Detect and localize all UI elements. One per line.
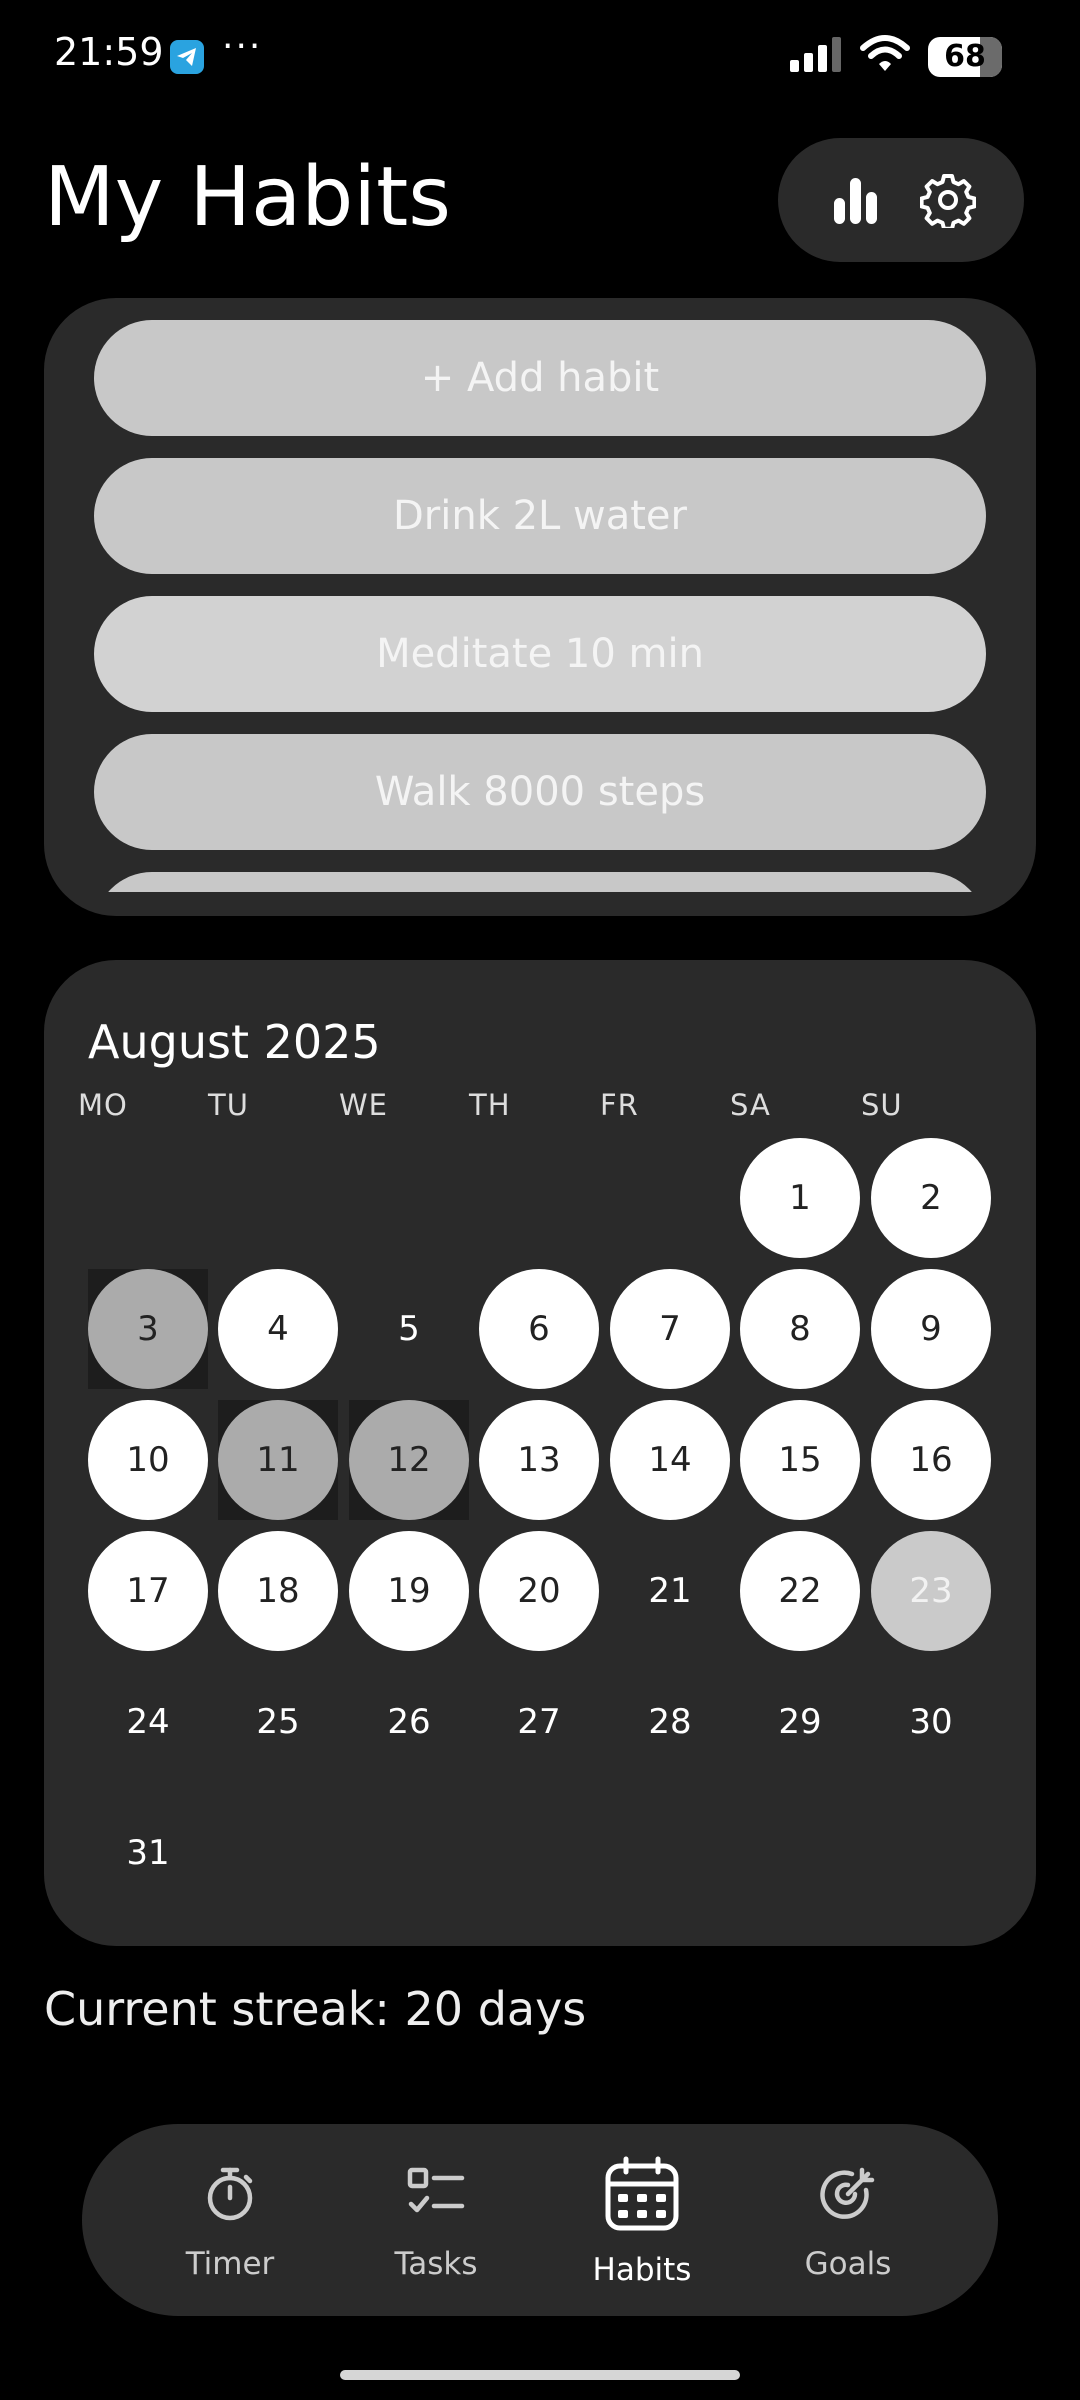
nav-item-habits[interactable]: Habits [542, 2124, 742, 2316]
weekday-label: TH [469, 1088, 511, 1122]
habit-item[interactable]: Meditate 10 min [94, 596, 986, 712]
habits-card: + Add habit Drink 2L water Meditate 10 m… [44, 298, 1036, 916]
telegram-icon [170, 40, 204, 74]
nav-label: Timer [185, 2246, 275, 2282]
nav-item-tasks[interactable]: Tasks [336, 2124, 536, 2316]
bar-chart-icon [834, 178, 877, 224]
calendar-day[interactable]: 2 [871, 1138, 991, 1258]
month-title: August 2025 [88, 1015, 381, 1069]
habit-item[interactable]: Walk 8000 steps [94, 734, 986, 850]
checklist-icon [407, 2167, 465, 2213]
status-bar: 21:59 ··· 68 [0, 0, 1080, 115]
calendar-day[interactable]: 26 [349, 1662, 469, 1782]
habit-item[interactable]: Drink 2L water [94, 458, 986, 574]
calendar-day[interactable]: 8 [740, 1269, 860, 1389]
more-notifications-icon: ··· [222, 26, 263, 67]
calendar-day[interactable]: 1 [740, 1138, 860, 1258]
battery-level: 68 [944, 39, 986, 74]
nav-label: Goals [804, 2246, 892, 2282]
habit-list[interactable]: + Add habit Drink 2L water Meditate 10 m… [94, 320, 986, 892]
nav-item-goals[interactable]: Goals [748, 2124, 948, 2316]
calendar-day[interactable]: 24 [88, 1662, 208, 1782]
nav-label: Habits [592, 2252, 692, 2288]
statistics-button[interactable] [816, 160, 896, 240]
calendar-day[interactable]: 5 [349, 1269, 469, 1389]
calendar-day[interactable]: 18 [218, 1531, 338, 1651]
calendar-day[interactable]: 28 [610, 1662, 730, 1782]
settings-button[interactable] [908, 160, 988, 240]
calendar-day[interactable]: 27 [479, 1662, 599, 1782]
calendar-day[interactable]: 21 [610, 1531, 730, 1651]
calendar-day[interactable]: 16 [871, 1400, 991, 1520]
calendar-day[interactable]: 25 [218, 1662, 338, 1782]
calendar-day[interactable]: 20 [479, 1531, 599, 1651]
bottom-nav: Timer Tasks Habits Goals [82, 2124, 998, 2316]
weekday-label: FR [600, 1088, 639, 1122]
calendar-day[interactable]: 19 [349, 1531, 469, 1651]
calendar-day[interactable]: 3 [88, 1269, 208, 1389]
streak-text: Current streak: 20 days [44, 1982, 587, 2036]
weekday-label: MO [78, 1088, 128, 1122]
calendar-day[interactable]: 31 [88, 1793, 208, 1913]
page-title: My Habits [44, 150, 451, 245]
calendar-day[interactable]: 15 [740, 1400, 860, 1520]
weekday-label: TU [208, 1088, 249, 1122]
calendar-card: August 2025 MO TU WE TH FR SA SU 1 2 3 4 5 6 7 8 9 10 11… [44, 960, 1036, 1946]
weekday-label: WE [339, 1088, 388, 1122]
calendar-day[interactable]: 17 [88, 1531, 208, 1651]
calendar-day[interactable]: 29 [740, 1662, 860, 1782]
stopwatch-icon [207, 2167, 253, 2221]
calendar-icon [605, 2156, 679, 2231]
gear-icon [920, 174, 976, 228]
calendar-day[interactable]: 22 [740, 1531, 860, 1651]
calendar-day[interactable]: 30 [871, 1662, 991, 1782]
calendar-day[interactable]: 14 [610, 1400, 730, 1520]
calendar-day[interactable]: 12 [349, 1400, 469, 1520]
calendar-day[interactable]: 13 [479, 1400, 599, 1520]
status-time: 21:59 [54, 30, 164, 74]
home-indicator [340, 2370, 740, 2380]
calendar-day[interactable]: 6 [479, 1269, 599, 1389]
nav-label: Tasks [394, 2246, 478, 2282]
calendar-day[interactable]: 10 [88, 1400, 208, 1520]
battery-icon: 68 [928, 37, 1002, 77]
header-actions [778, 138, 1024, 262]
add-habit-button[interactable]: + Add habit [94, 320, 986, 436]
habit-item-partial[interactable] [94, 872, 986, 892]
weekday-label: SU [861, 1088, 903, 1122]
nav-item-timer[interactable]: Timer [130, 2124, 330, 2316]
calendar-day[interactable]: 4 [218, 1269, 338, 1389]
calendar-day[interactable]: 9 [871, 1269, 991, 1389]
calendar-day[interactable]: 7 [610, 1269, 730, 1389]
wifi-icon [860, 34, 910, 78]
weekday-label: SA [730, 1088, 771, 1122]
signal-icon [790, 36, 844, 76]
target-icon [820, 2167, 875, 2219]
calendar-day[interactable]: 11 [218, 1400, 338, 1520]
calendar-day[interactable]: 23 [871, 1531, 991, 1651]
